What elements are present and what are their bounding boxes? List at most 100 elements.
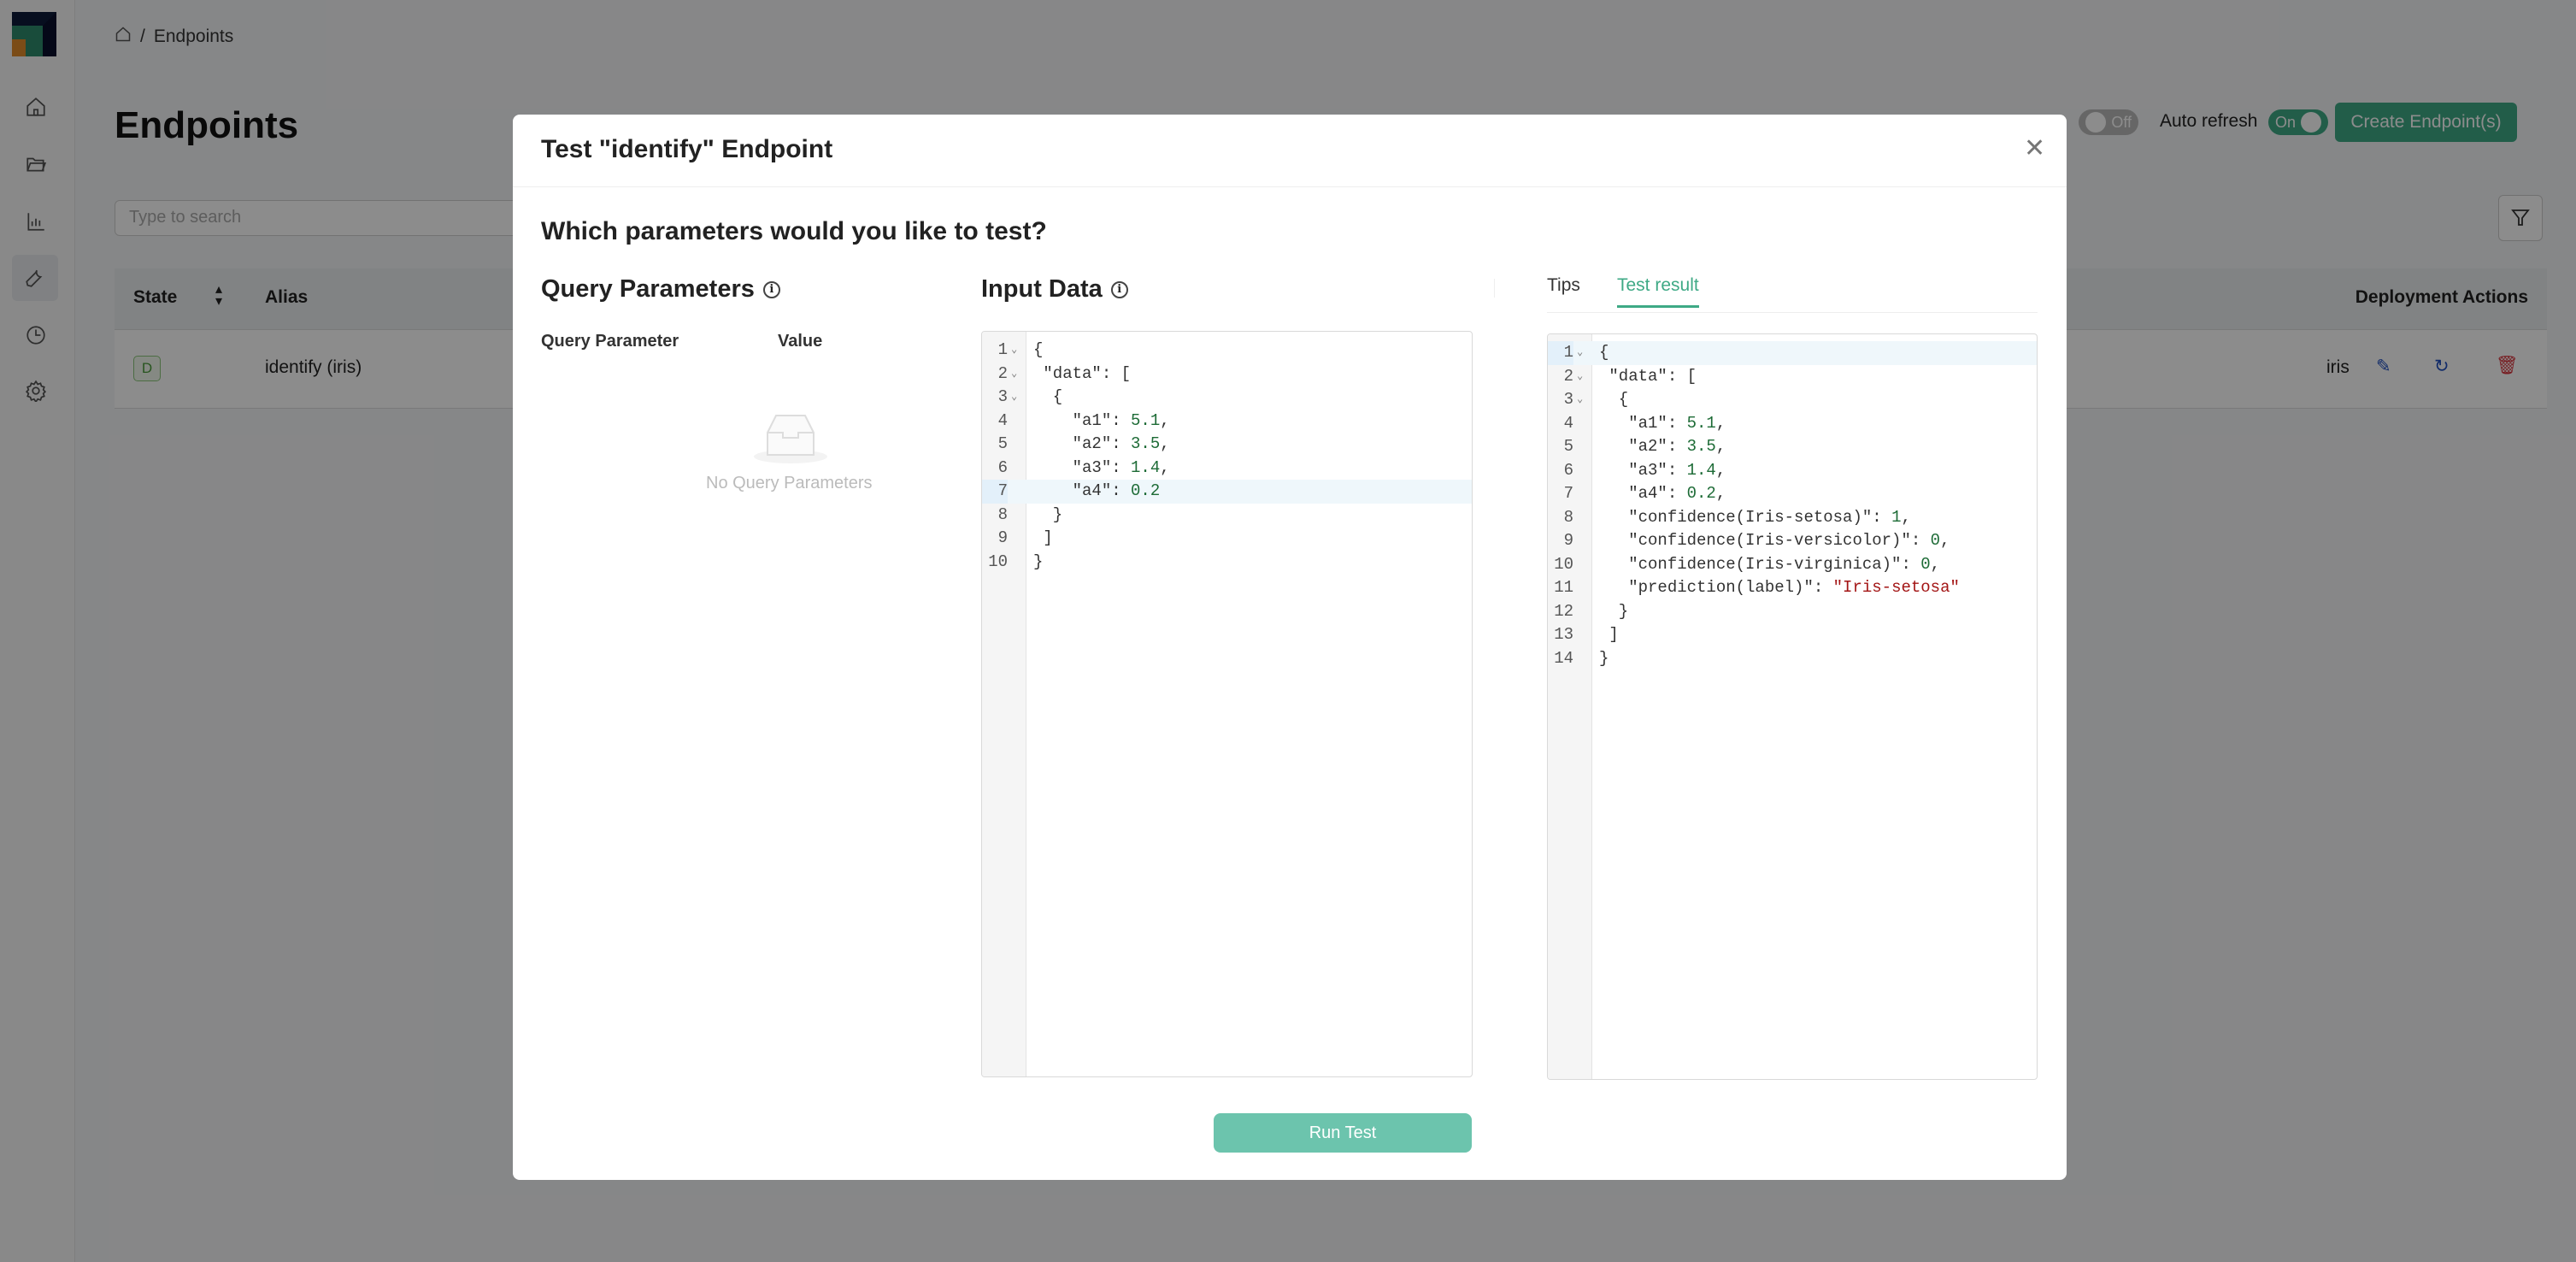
line-number: 12 [1554, 601, 1573, 621]
fold-chevron-icon[interactable]: ⌄ [1011, 339, 1017, 363]
divider [1494, 279, 1495, 298]
code-text: "data": [ [1599, 365, 1697, 389]
run-test-button[interactable]: Run Test [1214, 1113, 1472, 1153]
json-token: , [1160, 434, 1170, 453]
code-line[interactable]: 8 "confidence(Iris-setosa)": 1, [1548, 506, 2037, 530]
json-token: "a1": [1033, 410, 1132, 430]
modal-question: Which parameters would you like to test? [541, 217, 1047, 245]
json-token: "data": [ [1599, 366, 1697, 386]
json-num-token: 1 [1891, 507, 1902, 527]
json-str-token: "Iris-setosa" [1832, 578, 1960, 597]
code-line[interactable]: 9 "confidence(Iris-versicolor)": 0, [1548, 529, 2037, 553]
code-text: "a2": 3.5, [1033, 433, 1170, 457]
code-text: } [1033, 504, 1062, 528]
fold-chevron-icon[interactable]: ⌄ [1577, 341, 1583, 365]
json-token: , [1715, 484, 1726, 503]
info-icon[interactable]: i [762, 280, 780, 298]
tab-tips[interactable]: Tips [1547, 275, 1580, 296]
code-line[interactable]: 1 ⌄ { [982, 339, 1472, 363]
json-token: "confidence(Iris-virginica)": [1599, 554, 1921, 574]
empty-inbox-icon [754, 415, 827, 463]
line-number: 13 [1554, 625, 1573, 644]
fold-chevron-icon[interactable]: ⌄ [1011, 363, 1017, 386]
json-token: "a3": [1033, 457, 1132, 477]
line-number: 8 [997, 504, 1008, 524]
code-line[interactable]: 8 } [982, 504, 1472, 528]
json-token: "a4": [1599, 484, 1687, 503]
json-num-token: 5.1 [1686, 413, 1716, 433]
line-number: 5 [1563, 437, 1573, 456]
code-line[interactable]: 7 "a4": 0.2 [982, 480, 1472, 504]
code-text: "data": [ [1033, 363, 1131, 386]
json-token: { [1033, 387, 1063, 406]
code-text: } [1033, 551, 1043, 575]
json-token: , [1940, 531, 1950, 550]
json-num-token: 0 [1920, 554, 1931, 574]
code-line[interactable]: 13 ] [1548, 623, 2037, 647]
code-line[interactable]: 11 "prediction(label)": "Iris-setosa" [1548, 576, 2037, 600]
fold-chevron-icon[interactable]: ⌄ [1577, 388, 1583, 412]
modal-title: Test "identify" Endpoint [541, 135, 833, 163]
line-number: 8 [1563, 507, 1573, 527]
line-number: 14 [1554, 648, 1573, 668]
code-line[interactable]: 7 "a4": 0.2, [1548, 482, 2037, 506]
json-token: } [1033, 504, 1063, 524]
line-number: 10 [988, 551, 1008, 571]
code-line[interactable]: 4 "a1": 5.1, [982, 410, 1472, 433]
code-line[interactable]: 10} [982, 551, 1472, 575]
line-number: 6 [997, 457, 1008, 477]
code-line[interactable]: 6 "a3": 1.4, [982, 457, 1472, 481]
json-token: , [1715, 437, 1726, 456]
json-token: { [1599, 390, 1629, 409]
code-text: { [1599, 388, 1628, 412]
line-number: 4 [997, 410, 1008, 430]
json-token: , [1715, 413, 1726, 433]
json-num-token: 1.4 [1686, 460, 1716, 480]
json-token: , [1930, 554, 1941, 574]
json-token: , [1901, 507, 1911, 527]
input-data-editor[interactable]: 1 ⌄{2 ⌄ "data": [3 ⌄ {4 "a1": 5.1, 5 "a2": 3… [981, 331, 1473, 1077]
line-number: 7 [982, 480, 1008, 504]
code-line[interactable]: 2 ⌄ "data": [ [1548, 365, 2037, 389]
line-number: 3 [997, 387, 1008, 406]
json-token: } [1033, 551, 1044, 571]
info-icon[interactable]: i [1110, 280, 1128, 298]
json-num-token: 3.5 [1686, 437, 1716, 456]
line-number: 1 [1548, 341, 1573, 365]
line-number: 9 [1563, 531, 1573, 550]
code-line[interactable]: 6 "a3": 1.4, [1548, 459, 2037, 483]
code-line[interactable]: 5 "a2": 3.5, [1548, 435, 2037, 459]
close-icon[interactable]: ✕ [2024, 133, 2045, 163]
code-line[interactable]: 14} [1548, 647, 2037, 671]
json-token: "a3": [1599, 460, 1687, 480]
json-token: { [1599, 343, 1609, 362]
json-token: } [1599, 601, 1629, 621]
json-token: } [1599, 648, 1609, 668]
test-result-editor[interactable]: 1 ⌄{2 ⌄ "data": [3 ⌄ {4 "a1": 5.1, 5 "a2": 3… [1547, 333, 2038, 1080]
code-line[interactable]: 9 ] [982, 527, 1472, 551]
test-endpoint-modal: Test "identify" Endpoint ✕ Which paramet… [513, 115, 2067, 1180]
code-line[interactable]: 3 ⌄ { [1548, 388, 2037, 412]
code-line[interactable]: 4 "a1": 5.1, [1548, 412, 2037, 436]
tab-test-result[interactable]: Test result [1617, 275, 1699, 308]
json-token: "a1": [1599, 413, 1687, 433]
code-text: } [1599, 647, 1609, 671]
code-line[interactable]: 12 } [1548, 600, 2037, 624]
code-text: { [1033, 386, 1062, 410]
code-line[interactable]: 3 ⌄ { [982, 386, 1472, 410]
line-number: 10 [1554, 554, 1573, 574]
code-line[interactable]: 5 "a2": 3.5, [982, 433, 1472, 457]
col-value: Value [778, 332, 823, 351]
code-line[interactable]: 10 "confidence(Iris-virginica)": 0, [1548, 553, 2037, 577]
line-number: 11 [1554, 578, 1573, 597]
fold-chevron-icon[interactable]: ⌄ [1011, 386, 1017, 410]
line-number: 4 [1563, 413, 1573, 433]
json-token: "confidence(Iris-versicolor)": [1599, 531, 1931, 550]
code-line[interactable]: 1 ⌄ { [1548, 341, 2037, 365]
col-query-parameter: Query Parameter [541, 332, 679, 351]
code-line[interactable]: 2 ⌄ "data": [ [982, 363, 1472, 386]
json-num-token: 5.1 [1131, 410, 1161, 430]
code-text: "a3": 1.4, [1033, 457, 1170, 481]
result-tabs: Tips Test result [1547, 275, 2038, 313]
fold-chevron-icon[interactable]: ⌄ [1577, 365, 1583, 389]
